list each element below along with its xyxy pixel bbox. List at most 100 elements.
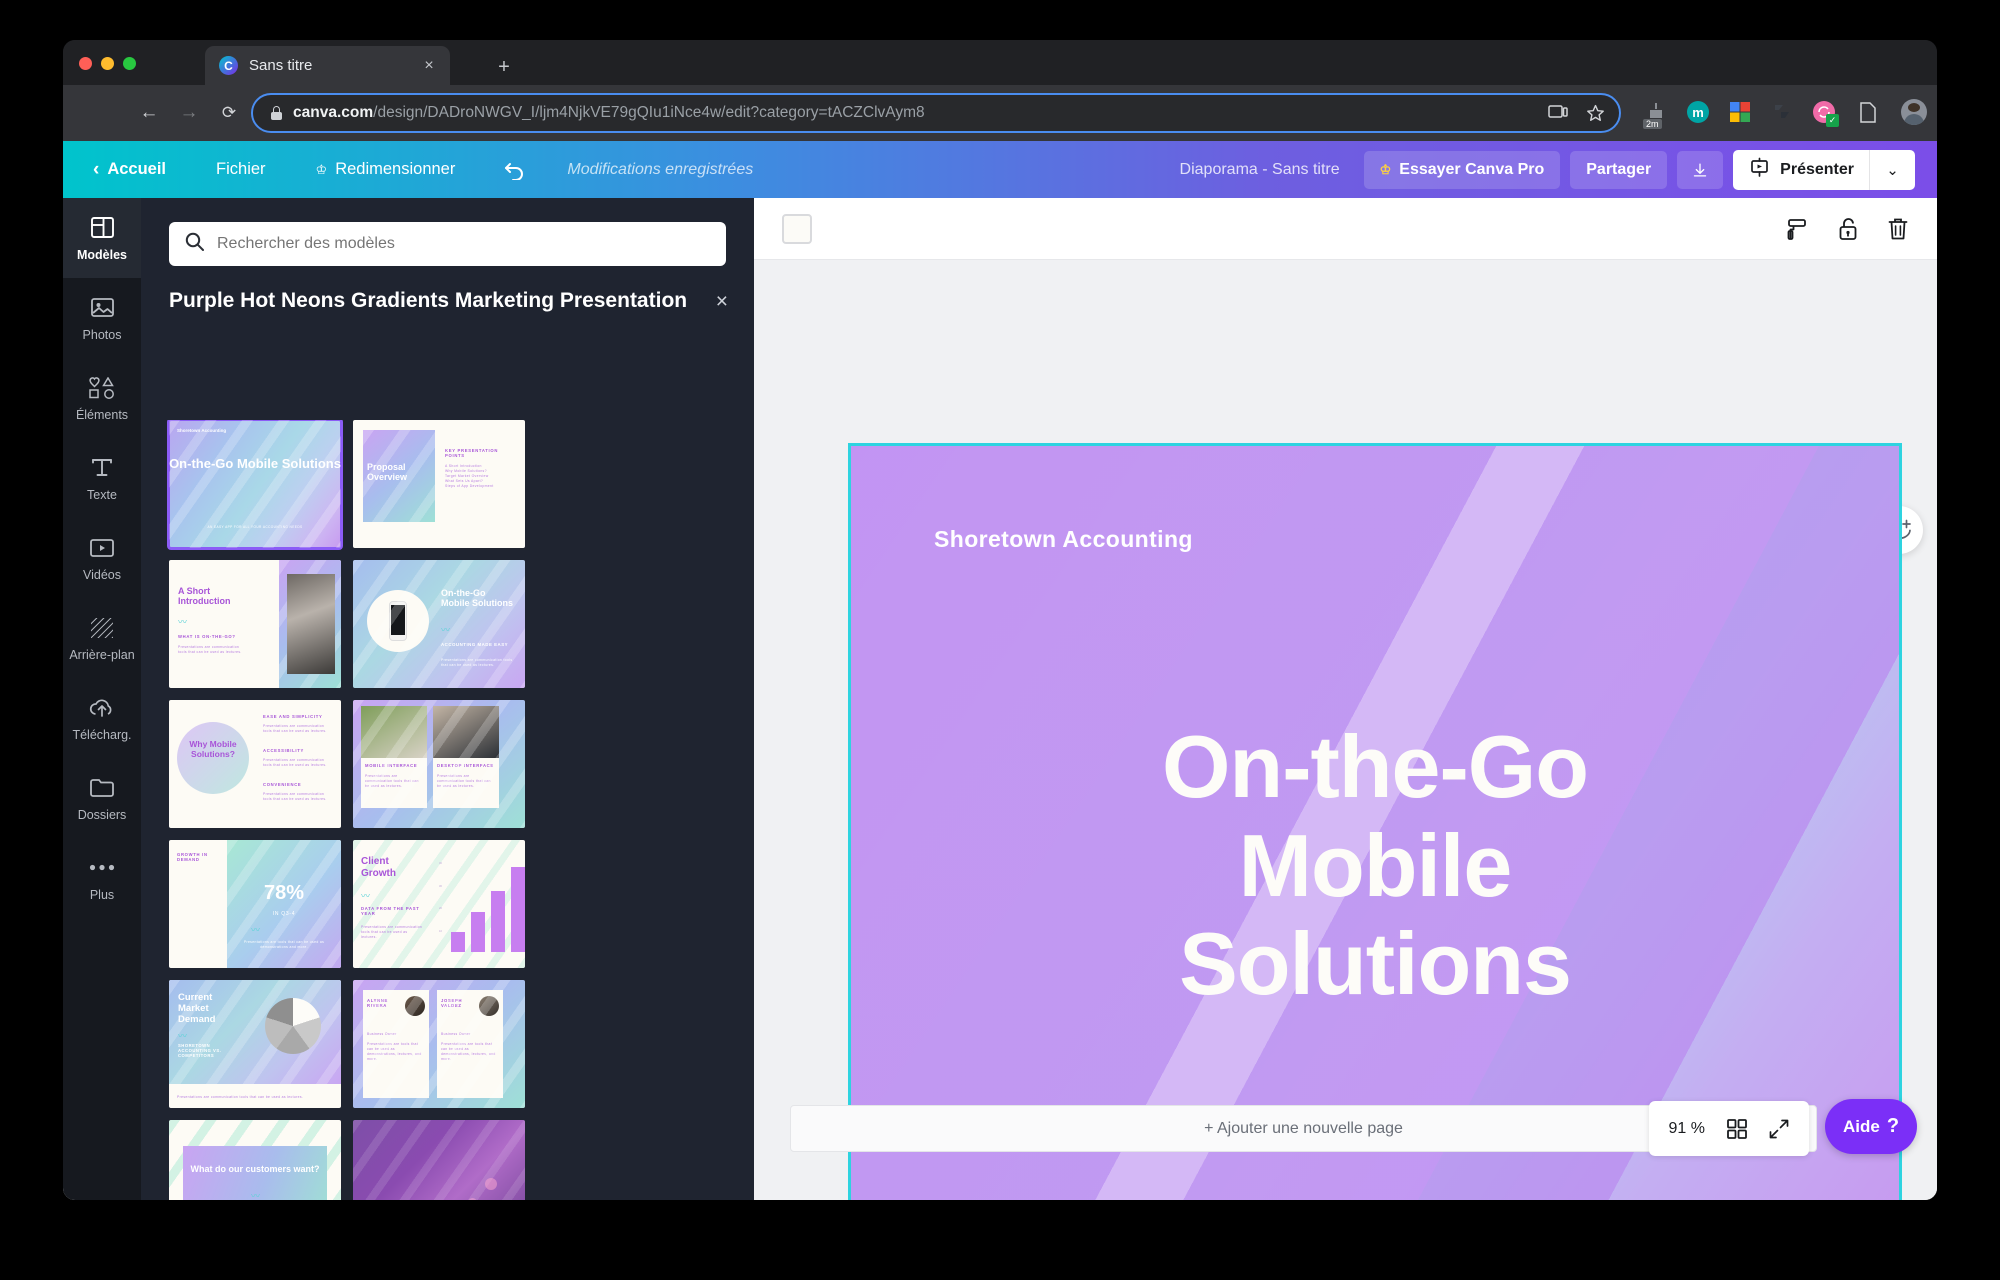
template-thumbnail[interactable]: ALYNNE RIVERA Business Owner Presentatio… bbox=[353, 980, 525, 1108]
present-screen-icon bbox=[1749, 157, 1770, 183]
template-thumbnail[interactable]: MOBILE INTERFACE Presentations are commu… bbox=[353, 700, 525, 828]
wave-icon: 〰 bbox=[250, 1191, 260, 1201]
sidebar-item-telechargements[interactable]: Télécharg. bbox=[63, 678, 141, 758]
sidebar-item-arriere-plan[interactable]: Arrière-plan bbox=[63, 598, 141, 678]
sidebar-item-elements[interactable]: Éléments bbox=[63, 358, 141, 438]
sidebar-item-dossiers[interactable]: Dossiers bbox=[63, 758, 141, 838]
template-thumbnail[interactable]: What do our customers want? 〰 A CONVENIE… bbox=[169, 1120, 341, 1200]
thumb-heading: Current Market Demand bbox=[178, 992, 216, 1026]
page-color-swatch[interactable] bbox=[782, 213, 812, 244]
cast-icon[interactable] bbox=[1548, 105, 1568, 121]
sidebar-item-modeles[interactable]: Modèles bbox=[63, 198, 141, 278]
paint-roller-icon[interactable] bbox=[1785, 217, 1809, 241]
window-close-button[interactable] bbox=[79, 57, 92, 70]
sidebar-item-videos[interactable]: Vidéos bbox=[63, 518, 141, 598]
background-icon bbox=[90, 615, 114, 641]
template-thumbnail[interactable]: Why Mobile Solutions? EASE AND SIMPLICIT… bbox=[169, 700, 341, 828]
bookmark-star-icon[interactable] bbox=[1586, 104, 1605, 123]
crown-icon: ♔ bbox=[1379, 161, 1392, 177]
sidebar-item-label: Vidéos bbox=[83, 567, 121, 582]
sync-check-icon[interactable]: ✓ bbox=[1809, 97, 1839, 127]
zoom-level[interactable]: 91 % bbox=[1669, 1120, 1705, 1138]
browser-tab[interactable]: C Sans titre × bbox=[205, 46, 450, 85]
topbar-actions: Diaporama - Sans titre ♔ Essayer Canva P… bbox=[1180, 149, 1937, 190]
sidebar-item-label: Éléments bbox=[75, 407, 129, 422]
sidebar-item-label: Dossiers bbox=[77, 807, 127, 822]
present-label: Présenter bbox=[1780, 160, 1854, 178]
thumbnail-row: A Short Introduction 〰 WHAT IS ON-THE-GO… bbox=[169, 560, 726, 688]
undo-icon[interactable] bbox=[497, 151, 533, 189]
avatar[interactable] bbox=[1899, 97, 1929, 127]
template-thumbnail[interactable]: Client Growth 〰 DATA FROM THE PAST YEAR … bbox=[353, 840, 525, 968]
document-icon[interactable] bbox=[1853, 97, 1883, 127]
slide-title-text[interactable]: On-the-Go Mobile Solutions bbox=[851, 717, 1899, 1014]
thumb-item-body: Presentations are communication tools th… bbox=[263, 724, 327, 734]
home-label: Accueil bbox=[107, 160, 167, 178]
thumb-heading: A Short Introduction bbox=[178, 586, 231, 607]
close-icon[interactable]: × bbox=[416, 53, 442, 79]
template-thumbnail[interactable]: Proposal Overview KEY PRESENTATION POINT… bbox=[353, 420, 525, 548]
share-button[interactable]: Partager bbox=[1570, 150, 1668, 189]
zoom-controls: 91 % bbox=[1648, 1101, 1809, 1156]
try-canva-pro-button[interactable]: ♔ Essayer Canva Pro bbox=[1363, 150, 1561, 189]
template-thumbnail[interactable]: GROWTH IN DEMAND 78% IN Q3-4 〰 Presentat… bbox=[169, 840, 341, 968]
window-minimize-button[interactable] bbox=[101, 57, 114, 70]
thumb-heading: What do our customers want? bbox=[190, 1164, 320, 1174]
thumb-sub: AN EASY APP FOR ALL YOUR ACCOUNTING NEED… bbox=[207, 525, 303, 530]
reload-icon[interactable]: ⟳ bbox=[215, 99, 243, 127]
sidebar-item-label: Télécharg. bbox=[72, 727, 132, 742]
thumb-item-body: Presentations are communication tools th… bbox=[263, 758, 327, 768]
canva-app: ‹ Accueil Fichier ♔ Redimensionner Modif… bbox=[63, 141, 1937, 1200]
templates-panel: Purple Hot Neons Gradients Marketing Pre… bbox=[141, 198, 754, 1200]
expand-icon[interactable] bbox=[1769, 1119, 1789, 1139]
present-button[interactable]: Présenter bbox=[1733, 150, 1869, 190]
trash-icon[interactable] bbox=[1887, 217, 1909, 241]
home-button[interactable]: ‹ Accueil bbox=[87, 151, 172, 189]
thumb-stat-value: 78% bbox=[263, 882, 305, 904]
grid-view-icon[interactable] bbox=[1727, 1118, 1747, 1139]
slide-brand-text[interactable]: Shoretown Accounting bbox=[934, 526, 1193, 553]
messenger-icon[interactable]: m bbox=[1683, 97, 1713, 127]
template-thumbnail[interactable]: A Short Introduction 〰 WHAT IS ON-THE-GO… bbox=[169, 560, 341, 688]
file-menu-button[interactable]: Fichier bbox=[210, 151, 272, 189]
google-icon[interactable] bbox=[1725, 97, 1755, 127]
template-thumbnail[interactable]: 〰 Presentations are communication tools … bbox=[353, 1120, 525, 1200]
photo-icon bbox=[90, 295, 114, 321]
bottom-bar: + Ajouter une nouvelle page 91 % Aide ? bbox=[754, 1095, 1937, 1200]
sidebar-item-texte[interactable]: Texte bbox=[63, 438, 141, 518]
design-title[interactable]: Diaporama - Sans titre bbox=[1180, 161, 1340, 179]
thumb-card-body: Presentations are communication tools th… bbox=[437, 774, 491, 789]
download-icon[interactable] bbox=[1677, 150, 1724, 189]
chevron-down-icon[interactable]: ⌄ bbox=[1869, 149, 1915, 190]
back-icon[interactable]: ← bbox=[135, 99, 163, 127]
sidebar-item-plus[interactable]: Plus bbox=[63, 838, 141, 918]
thumb-heading: Why Mobile Solutions? bbox=[189, 739, 237, 759]
new-tab-button[interactable]: + bbox=[491, 54, 517, 80]
thumbnail-row: What do our customers want? 〰 A CONVENIE… bbox=[169, 1120, 726, 1200]
thumb-stat-caption: IN Q3-4 bbox=[272, 911, 296, 917]
search-input[interactable] bbox=[217, 235, 710, 253]
close-icon[interactable]: × bbox=[716, 288, 728, 314]
left-rail: Modèles Photos Éléments Texte Vidéos Arr… bbox=[63, 198, 141, 1200]
template-thumbnail[interactable]: Shoretown Accounting On-the-Go Mobile So… bbox=[167, 420, 343, 550]
thumb-person-body: Presentations are tools that can be used… bbox=[441, 1042, 496, 1062]
resize-button[interactable]: ♔ Redimensionner bbox=[310, 151, 462, 189]
window-maximize-button[interactable] bbox=[123, 57, 136, 70]
template-thumbnail-grid[interactable]: Shoretown Accounting On-the-Go Mobile So… bbox=[141, 420, 754, 1200]
address-bar[interactable]: canva.com/design/DADroNWGV_I/ljm4NjkVE79… bbox=[251, 93, 1621, 133]
sidebar-item-photos[interactable]: Photos bbox=[63, 278, 141, 358]
thumb-section: WHAT IS ON-THE-GO? bbox=[178, 634, 236, 639]
search-box[interactable] bbox=[169, 222, 726, 266]
thumb-heading: Client Growth bbox=[361, 856, 396, 879]
template-thumbnail[interactable]: On-the-Go Mobile Solutions 〰 ACCOUNTING … bbox=[353, 560, 525, 688]
thumb-person-name: JOSEPH VALDEZ bbox=[441, 998, 463, 1008]
slide-canvas[interactable]: Shoretown Accounting On-the-Go Mobile So… bbox=[848, 443, 1902, 1200]
forward-icon[interactable]: → bbox=[175, 99, 203, 127]
template-thumbnail[interactable]: Current Market Demand 〰 SHORETOWN ACCOUN… bbox=[169, 980, 341, 1108]
help-button[interactable]: Aide ? bbox=[1825, 1099, 1917, 1154]
timer-2m-icon[interactable]: 2m bbox=[1641, 97, 1671, 129]
browser-toolbar: ← → ⟳ canva.com/design/DADroNWGV_I/ljm4N… bbox=[63, 85, 1937, 141]
unlock-icon[interactable] bbox=[1837, 217, 1859, 241]
jira-icon[interactable] bbox=[1767, 97, 1797, 127]
sidebar-item-label: Plus bbox=[89, 887, 115, 902]
